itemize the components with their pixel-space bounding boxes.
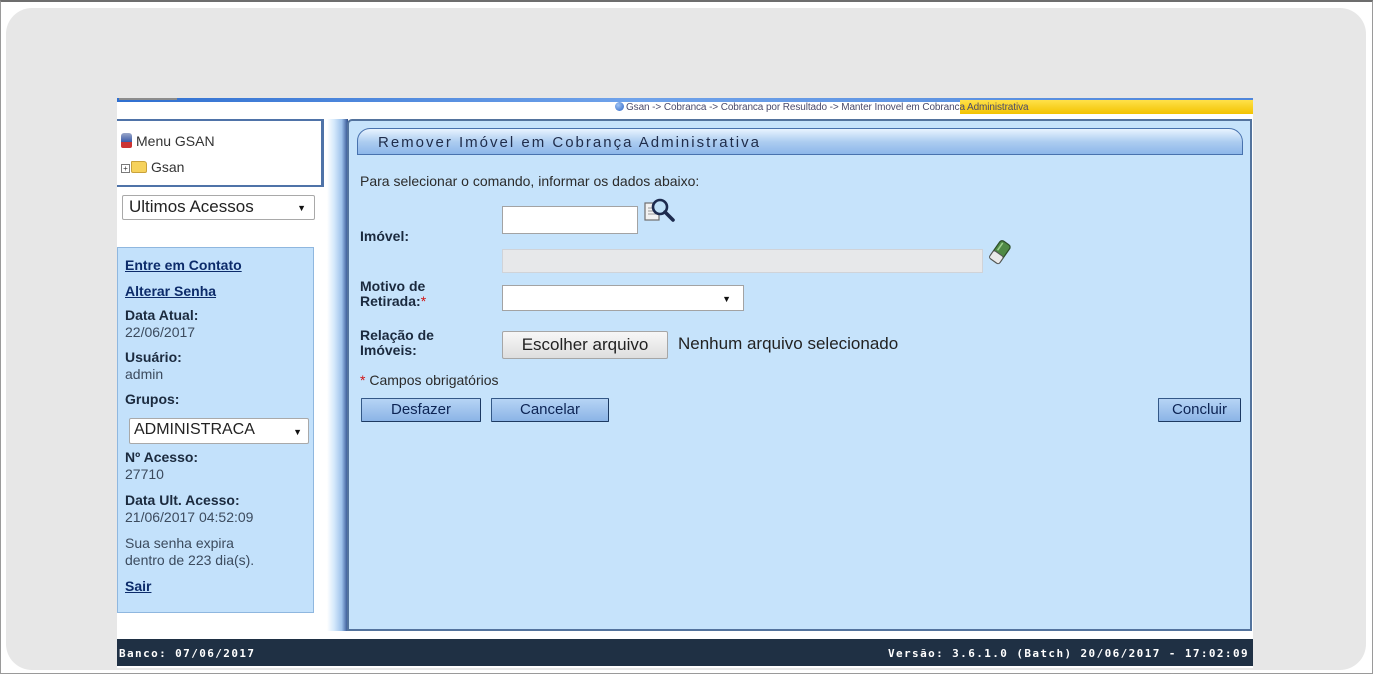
breadcrumb-text: Gsan -> Cobranca -> Cobranca por Resulta… [626,102,1029,113]
search-icon[interactable] [642,196,678,232]
last-access-label: Data Ult. Acesso: [125,492,240,508]
required-fields-note: * Campos obrigatórios [360,372,499,388]
choose-file-button[interactable]: Escolher arquivo [502,331,668,359]
relacao-label: Relação de Imóveis: [360,328,434,358]
current-date-label: Data Atual: [125,307,199,323]
access-number-value: 27710 [125,466,164,482]
current-date-value: 22/06/2017 [125,324,196,340]
last-access-value: 21/06/2017 04:52:09 [125,509,254,525]
menu-title-label: Menu GSAN [136,133,215,149]
file-status-text: Nenhum arquivo selecionado [678,334,899,353]
eraser-icon[interactable] [989,239,1011,265]
cancel-button[interactable]: Cancelar [491,398,609,422]
breadcrumb: Gsan -> Cobranca -> Cobranca por Resulta… [615,102,1029,114]
relacao-label-line2: Imóveis: [360,342,417,358]
motivo-label: Motivo de Retirada:* [360,279,426,309]
imovel-input[interactable] [502,206,638,234]
status-footer: Banco: 07/06/2017 Versão: 3.6.1.0 (Batch… [117,639,1253,666]
footer-version: Versão: 3.6.1.0 (Batch) 20/06/2017 - 17:… [887,647,1249,660]
password-expiry-line2: dentro de 223 dia(s). [125,552,255,568]
imovel-description-field [502,249,983,273]
user-value: admin [125,366,164,382]
undo-button[interactable]: Desfazer [361,398,481,422]
recent-access-select[interactable]: Ultimos Acessos ▼ [122,195,315,220]
motivo-label-line1: Motivo de [360,278,426,294]
groups-value: ADMINISTRACA [134,421,255,438]
groups-label: Grupos: [125,391,180,407]
access-number-label: Nº Acesso: [125,449,199,465]
form-instruction: Para selecionar o comando, informar os d… [360,173,700,189]
chevron-down-icon: ▼ [722,294,731,304]
footer-db-date: Banco: 07/06/2017 [119,647,256,660]
tree-root-label: Gsan [151,159,185,175]
motivo-label-line2: Retirada: [360,293,421,309]
folder-icon [131,161,147,173]
chevron-down-icon: ▼ [297,203,306,213]
menu-tree-item-gsan[interactable]: + Gsan [121,159,184,175]
submit-button[interactable]: Concluir [1158,398,1241,422]
logout-link[interactable]: Sair [125,578,151,594]
chevron-down-icon: ▼ [293,427,302,437]
menu-icon [121,133,132,148]
required-star: * [420,293,427,309]
required-note-text: Campos obrigatórios [369,372,499,388]
imovel-label: Imóvel: [360,228,410,244]
menu-tree-title[interactable]: Menu GSAN [121,133,215,149]
page-title: Remover Imóvel em Cobrança Administrativ… [378,134,761,151]
password-expiry-line1: Sua senha expira [125,535,234,551]
form-title-bar: Remover Imóvel em Cobrança Administrativ… [357,128,1243,155]
motivo-retirada-select[interactable]: ▼ [502,285,744,311]
recent-access-value: Ultimos Acessos [129,197,254,216]
user-info-panel: Entre em Contato Alterar Senha Data Atua… [117,247,314,613]
menu-tree: Menu GSAN + Gsan [117,119,324,187]
contact-link[interactable]: Entre em Contato [125,257,242,273]
groups-select[interactable]: ADMINISTRACA ▼ [129,418,309,444]
logo-remnant [119,98,177,100]
main-form-panel: Remover Imóvel em Cobrança Administrativ… [347,119,1252,631]
relacao-label-line1: Relação de [360,327,434,343]
panel-divider [327,119,348,631]
user-label: Usuário: [125,349,182,365]
change-password-link[interactable]: Alterar Senha [125,283,216,299]
required-star: * [360,372,366,388]
plus-icon[interactable]: + [121,163,130,173]
globe-icon [615,102,624,111]
gsan-window: Gsan -> Cobranca -> Cobranca por Resulta… [117,98,1253,668]
